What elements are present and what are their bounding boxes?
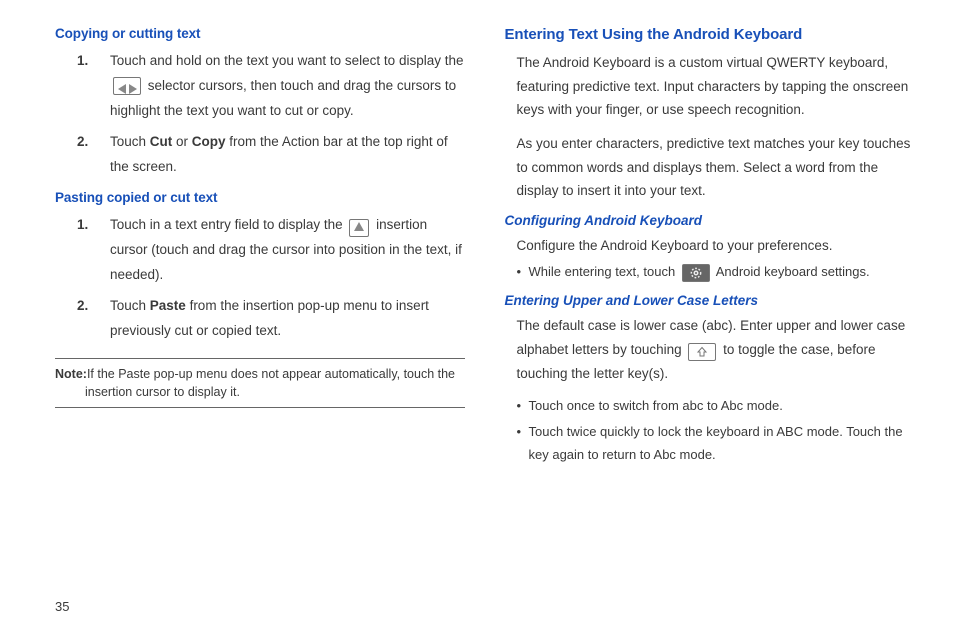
paragraph: As you enter characters, predictive text… [505, 132, 915, 203]
text: Android keyboard settings. [713, 264, 870, 279]
page-content: Copying or cutting text Touch and hold o… [0, 0, 954, 506]
gear-icon [682, 264, 710, 282]
list-item: Touch twice quickly to lock the keyboard… [517, 421, 915, 465]
text: While entering text, touch [529, 264, 679, 279]
heading-android-keyboard: Entering Text Using the Android Keyboard [505, 26, 915, 43]
cut-label: Cut [150, 134, 173, 149]
heading-case: Entering Upper and Lower Case Letters [505, 293, 915, 308]
heading-configuring: Configuring Android Keyboard [505, 213, 915, 228]
text: Touch [110, 134, 150, 149]
paragraph: Configure the Android Keyboard to your p… [505, 234, 915, 258]
paragraph: The default case is lower case (abc). En… [505, 314, 915, 385]
pasting-steps: Touch in a text entry field to display t… [55, 213, 465, 344]
list-item: While entering text, touch Android keybo… [517, 261, 915, 283]
text: selector cursors, then touch and drag th… [110, 78, 456, 118]
shift-key-icon [688, 343, 716, 361]
page-number: 35 [55, 599, 69, 614]
step-2: Touch Cut or Copy from the Action bar at… [55, 130, 465, 180]
copying-steps: Touch and hold on the text you want to s… [55, 49, 465, 180]
heading-copying: Copying or cutting text [55, 26, 465, 41]
config-bullets: While entering text, touch Android keybo… [505, 261, 915, 283]
step-1: Touch in a text entry field to display t… [55, 213, 465, 288]
step-2: Touch Paste from the insertion pop-up me… [55, 294, 465, 344]
text: Touch [110, 298, 150, 313]
text: Touch in a text entry field to display t… [110, 217, 346, 232]
text: or [172, 134, 192, 149]
note-label: Note: [55, 365, 87, 383]
insertion-cursor-icon [349, 219, 369, 237]
left-column: Copying or cutting text Touch and hold o… [55, 26, 465, 476]
heading-pasting: Pasting copied or cut text [55, 190, 465, 205]
note-text: If the Paste pop-up menu does not appear… [55, 365, 465, 401]
paste-label: Paste [150, 298, 186, 313]
step-1: Touch and hold on the text you want to s… [55, 49, 465, 124]
paragraph: The Android Keyboard is a custom virtual… [505, 51, 915, 122]
note-block: Note: If the Paste pop-up menu does not … [55, 358, 465, 408]
list-item: Touch once to switch from abc to Abc mod… [517, 395, 915, 417]
right-column: Entering Text Using the Android Keyboard… [505, 26, 915, 476]
copy-label: Copy [192, 134, 226, 149]
selector-cursors-icon [113, 77, 141, 95]
case-bullets: Touch once to switch from abc to Abc mod… [505, 395, 915, 465]
text: Touch and hold on the text you want to s… [110, 53, 463, 68]
